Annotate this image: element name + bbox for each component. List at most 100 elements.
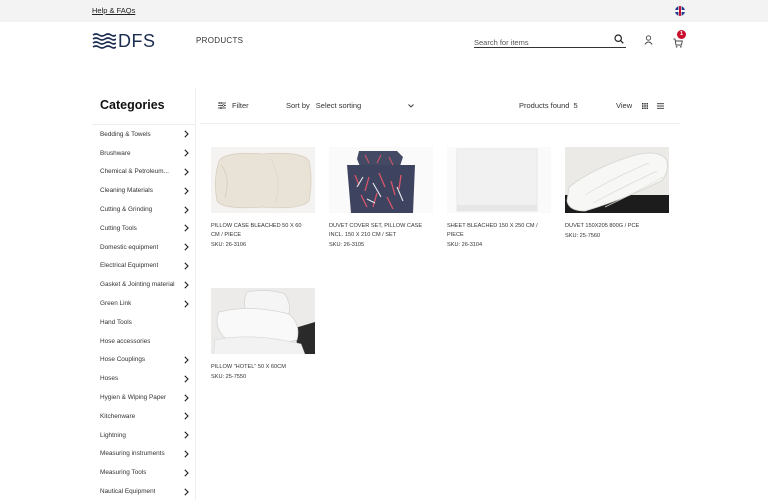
category-label: Kitchenware	[100, 412, 136, 420]
chevron-right-icon[interactable]	[182, 187, 190, 195]
category-label: Lightning	[100, 431, 126, 439]
sidebar-item-category[interactable]: Brushware	[92, 144, 196, 163]
nav-products[interactable]: PRODUCTS	[196, 36, 243, 45]
category-label: Hose accessories	[100, 337, 151, 345]
product-card[interactable]: PILLOW "HOTEL" 50 X 60CM SKU: 25-7550	[211, 288, 315, 380]
category-label: Chemical & Petroleum...	[100, 168, 169, 176]
product-image-duvet[interactable]	[565, 147, 669, 213]
category-label: Nautical Equipment	[100, 488, 156, 496]
sidebar-item-category[interactable]: Domestic equipment	[92, 238, 196, 257]
category-label: Hand Tools	[100, 318, 132, 326]
chevron-right-icon[interactable]	[182, 431, 190, 439]
product-image-pillow-hotel[interactable]	[211, 288, 315, 354]
search-icon[interactable]	[614, 34, 624, 44]
sort-value: Select sorting	[315, 101, 362, 110]
sort-control: Sort by Select sorting	[286, 101, 414, 110]
found-label: Products found	[519, 101, 570, 110]
product-name[interactable]: PILLOW CASE BLEACHED 50 X 60 CM / PIECE	[211, 222, 315, 240]
help-faqs-link[interactable]: Help & FAQs	[92, 6, 135, 15]
sidebar-item-category[interactable]: Chemical & Petroleum...	[92, 163, 196, 182]
logo[interactable]: DFS	[92, 32, 156, 50]
search-box	[474, 32, 626, 48]
filter-icon	[218, 102, 226, 109]
product-image-pillow-case[interactable]	[211, 147, 315, 213]
chevron-right-icon[interactable]	[182, 243, 190, 251]
top-bar: Help & FAQs	[0, 0, 768, 22]
sidebar-item-category[interactable]: Hoses	[92, 369, 196, 388]
sidebar-item-category[interactable]: Hygien & Wiping Paper	[92, 388, 196, 407]
sidebar-item-category[interactable]: Gasket & Jointing material	[92, 275, 196, 294]
sidebar-item-category[interactable]: Cleaning Materials	[92, 181, 196, 200]
header: DFS PRODUCTS 1	[0, 22, 768, 62]
sidebar-item-category[interactable]: Hose accessories	[92, 332, 196, 351]
grid-view-icon[interactable]	[642, 102, 649, 109]
product-name[interactable]: DUVET 150X205 800G / PCE	[565, 222, 669, 231]
category-label: Electrical Equipment	[100, 262, 159, 270]
sidebar-item-category[interactable]: Lightning	[92, 426, 196, 445]
product-card[interactable]: SHEET BLEACHED 150 X 250 CM / PIECE SKU:…	[447, 147, 551, 248]
chevron-right-icon[interactable]	[182, 149, 190, 157]
product-sku: SKU: 26-3104	[447, 242, 483, 248]
sidebar-item-category[interactable]: Cutting Tools	[92, 219, 196, 238]
categories-sidebar: Categories Bedding & Towels Brushware Chem…	[92, 88, 196, 500]
chevron-right-icon[interactable]	[182, 299, 190, 308]
category-label: Hoses	[100, 375, 119, 383]
user-icon[interactable]	[644, 35, 653, 45]
chevron-right-icon[interactable]	[182, 130, 190, 138]
chevron-right-icon[interactable]	[182, 412, 190, 420]
sidebar-item-category[interactable]: Nautical Equipment	[92, 482, 196, 501]
category-label: Cleaning Materials	[100, 187, 153, 195]
view-toggle: View	[616, 101, 665, 110]
product-sku: SKU: 25-7550	[211, 374, 247, 380]
chevron-right-icon[interactable]	[182, 168, 190, 176]
search-input[interactable]	[474, 35, 604, 47]
category-label: Domestic equipment	[100, 243, 159, 251]
sidebar-item-category[interactable]: Green Link	[92, 294, 196, 313]
uk-flag-icon[interactable]	[675, 6, 685, 16]
product-card[interactable]: PILLOW CASE BLEACHED 50 X 60 CM / PIECE …	[211, 147, 315, 248]
product-name[interactable]: SHEET BLEACHED 150 X 250 CM / PIECE	[447, 222, 551, 240]
category-label: Measuring Tools	[100, 469, 147, 477]
sort-select[interactable]: Select sorting	[316, 101, 414, 110]
filter-button[interactable]: Filter	[218, 101, 249, 110]
category-list: Bedding & Towels Brushware Chemical & Petr…	[92, 125, 196, 501]
product-name[interactable]: PILLOW "HOTEL" 50 X 60CM	[211, 363, 315, 372]
chevron-right-icon[interactable]	[182, 224, 190, 232]
category-label: Cutting & Grinding	[100, 206, 153, 214]
sort-label: Sort by	[286, 101, 310, 110]
chevron-right-icon[interactable]	[182, 262, 190, 270]
waves-logo-icon	[92, 33, 116, 49]
category-label: Measuring instruments	[100, 450, 165, 458]
sidebar-item-category[interactable]: Electrical Equipment	[92, 257, 196, 276]
sidebar-item-category[interactable]: Measuring instruments	[92, 445, 196, 464]
cart-button[interactable]: 1	[673, 30, 686, 53]
product-image-duvet-cover-set[interactable]	[329, 147, 433, 213]
product-sku: SKU: 26-3106	[211, 242, 247, 248]
chevron-right-icon[interactable]	[182, 205, 190, 214]
cart-icon	[673, 38, 683, 48]
product-card[interactable]: DUVET COVER SET, PILLOW CASE INCL. 150 X…	[329, 147, 433, 248]
sidebar-item-category[interactable]: Measuring Tools	[92, 463, 196, 482]
chevron-right-icon[interactable]	[182, 375, 190, 383]
product-toolbar: Filter Sort by Select sorting Products f…	[200, 88, 680, 124]
chevron-right-icon[interactable]	[182, 487, 190, 496]
chevron-right-icon[interactable]	[182, 469, 190, 477]
product-image-sheet[interactable]	[447, 147, 551, 213]
chevron-right-icon[interactable]	[182, 356, 190, 364]
chevron-right-icon[interactable]	[182, 450, 190, 458]
sidebar-item-category[interactable]: Cutting & Grinding	[92, 200, 196, 219]
category-label: Brushware	[100, 149, 131, 157]
chevron-right-icon[interactable]	[182, 393, 190, 402]
category-label: Cutting Tools	[100, 224, 137, 232]
chevron-right-icon[interactable]	[182, 281, 190, 289]
sidebar-item-category[interactable]: Bedding & Towels	[92, 125, 196, 144]
sidebar-item-category[interactable]: Hose Couplings	[92, 351, 196, 370]
product-name[interactable]: DUVET COVER SET, PILLOW CASE INCL. 150 X…	[329, 222, 433, 240]
product-sku: SKU: 26-3105	[329, 242, 365, 248]
product-card[interactable]: DUVET 150X205 800G / PCE SKU: 25-7560	[565, 147, 669, 239]
sidebar-item-category[interactable]: Kitchenware	[92, 407, 196, 426]
category-label: Bedding & Towels	[100, 130, 151, 138]
category-label: Gasket & Jointing material	[100, 281, 175, 289]
list-view-icon[interactable]	[657, 102, 665, 109]
sidebar-item-category[interactable]: Hand Tools	[92, 313, 196, 332]
